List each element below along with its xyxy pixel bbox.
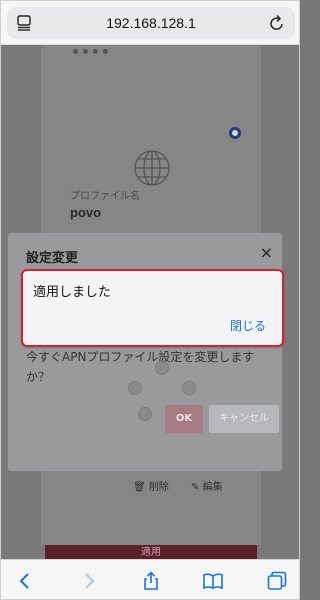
address-bar[interactable]: 192.168.128.1 bbox=[7, 7, 295, 39]
globe-icon bbox=[134, 150, 170, 186]
alert-close-button[interactable]: 閉じる bbox=[230, 317, 266, 334]
dialog-message: 今すぐAPNプロファイル設定を変更しますか？ bbox=[26, 350, 255, 384]
pencil-icon: ✎ bbox=[191, 482, 200, 493]
applied-alert: 適用しました 閉じる bbox=[21, 269, 284, 347]
back-icon[interactable] bbox=[15, 571, 35, 591]
spinner-dot bbox=[128, 381, 142, 395]
share-icon[interactable] bbox=[141, 571, 161, 591]
reload-icon[interactable] bbox=[269, 14, 285, 32]
close-icon[interactable]: × bbox=[260, 243, 273, 262]
alert-message: 適用しました bbox=[33, 285, 112, 300]
browser-top-bar: 192.168.128.1 bbox=[1, 1, 299, 45]
masked-text: •••• bbox=[71, 45, 111, 61]
delete-button[interactable]: 🗑 削除 bbox=[133, 478, 169, 493]
ok-button[interactable]: OK bbox=[165, 405, 203, 433]
edit-label: 編集 bbox=[202, 482, 223, 493]
phone-screen: 192.168.128.1 •••• プロファイル名 povo 🗑 削除 ✎ 編… bbox=[0, 0, 300, 600]
bookmarks-icon[interactable] bbox=[203, 571, 223, 591]
trash-icon: 🗑 bbox=[133, 482, 146, 493]
spinner-dot bbox=[155, 361, 169, 375]
browser-toolbar bbox=[1, 559, 299, 599]
cancel-button[interactable]: キャンセル bbox=[209, 405, 279, 433]
dialog-title: 設定変更 bbox=[26, 251, 79, 266]
edit-button[interactable]: ✎ 編集 bbox=[191, 478, 223, 493]
tabs-icon[interactable] bbox=[267, 571, 287, 591]
delete-label: 削除 bbox=[148, 482, 169, 493]
spinner-dot bbox=[138, 407, 152, 421]
forward-icon[interactable] bbox=[79, 571, 99, 591]
spinner-dot bbox=[182, 381, 196, 395]
profile-radio[interactable] bbox=[229, 127, 241, 139]
address-url[interactable]: 192.168.128.1 bbox=[7, 15, 295, 31]
profile-name-label: プロファイル名 bbox=[70, 191, 140, 202]
profile-name-value: povo bbox=[70, 205, 102, 220]
